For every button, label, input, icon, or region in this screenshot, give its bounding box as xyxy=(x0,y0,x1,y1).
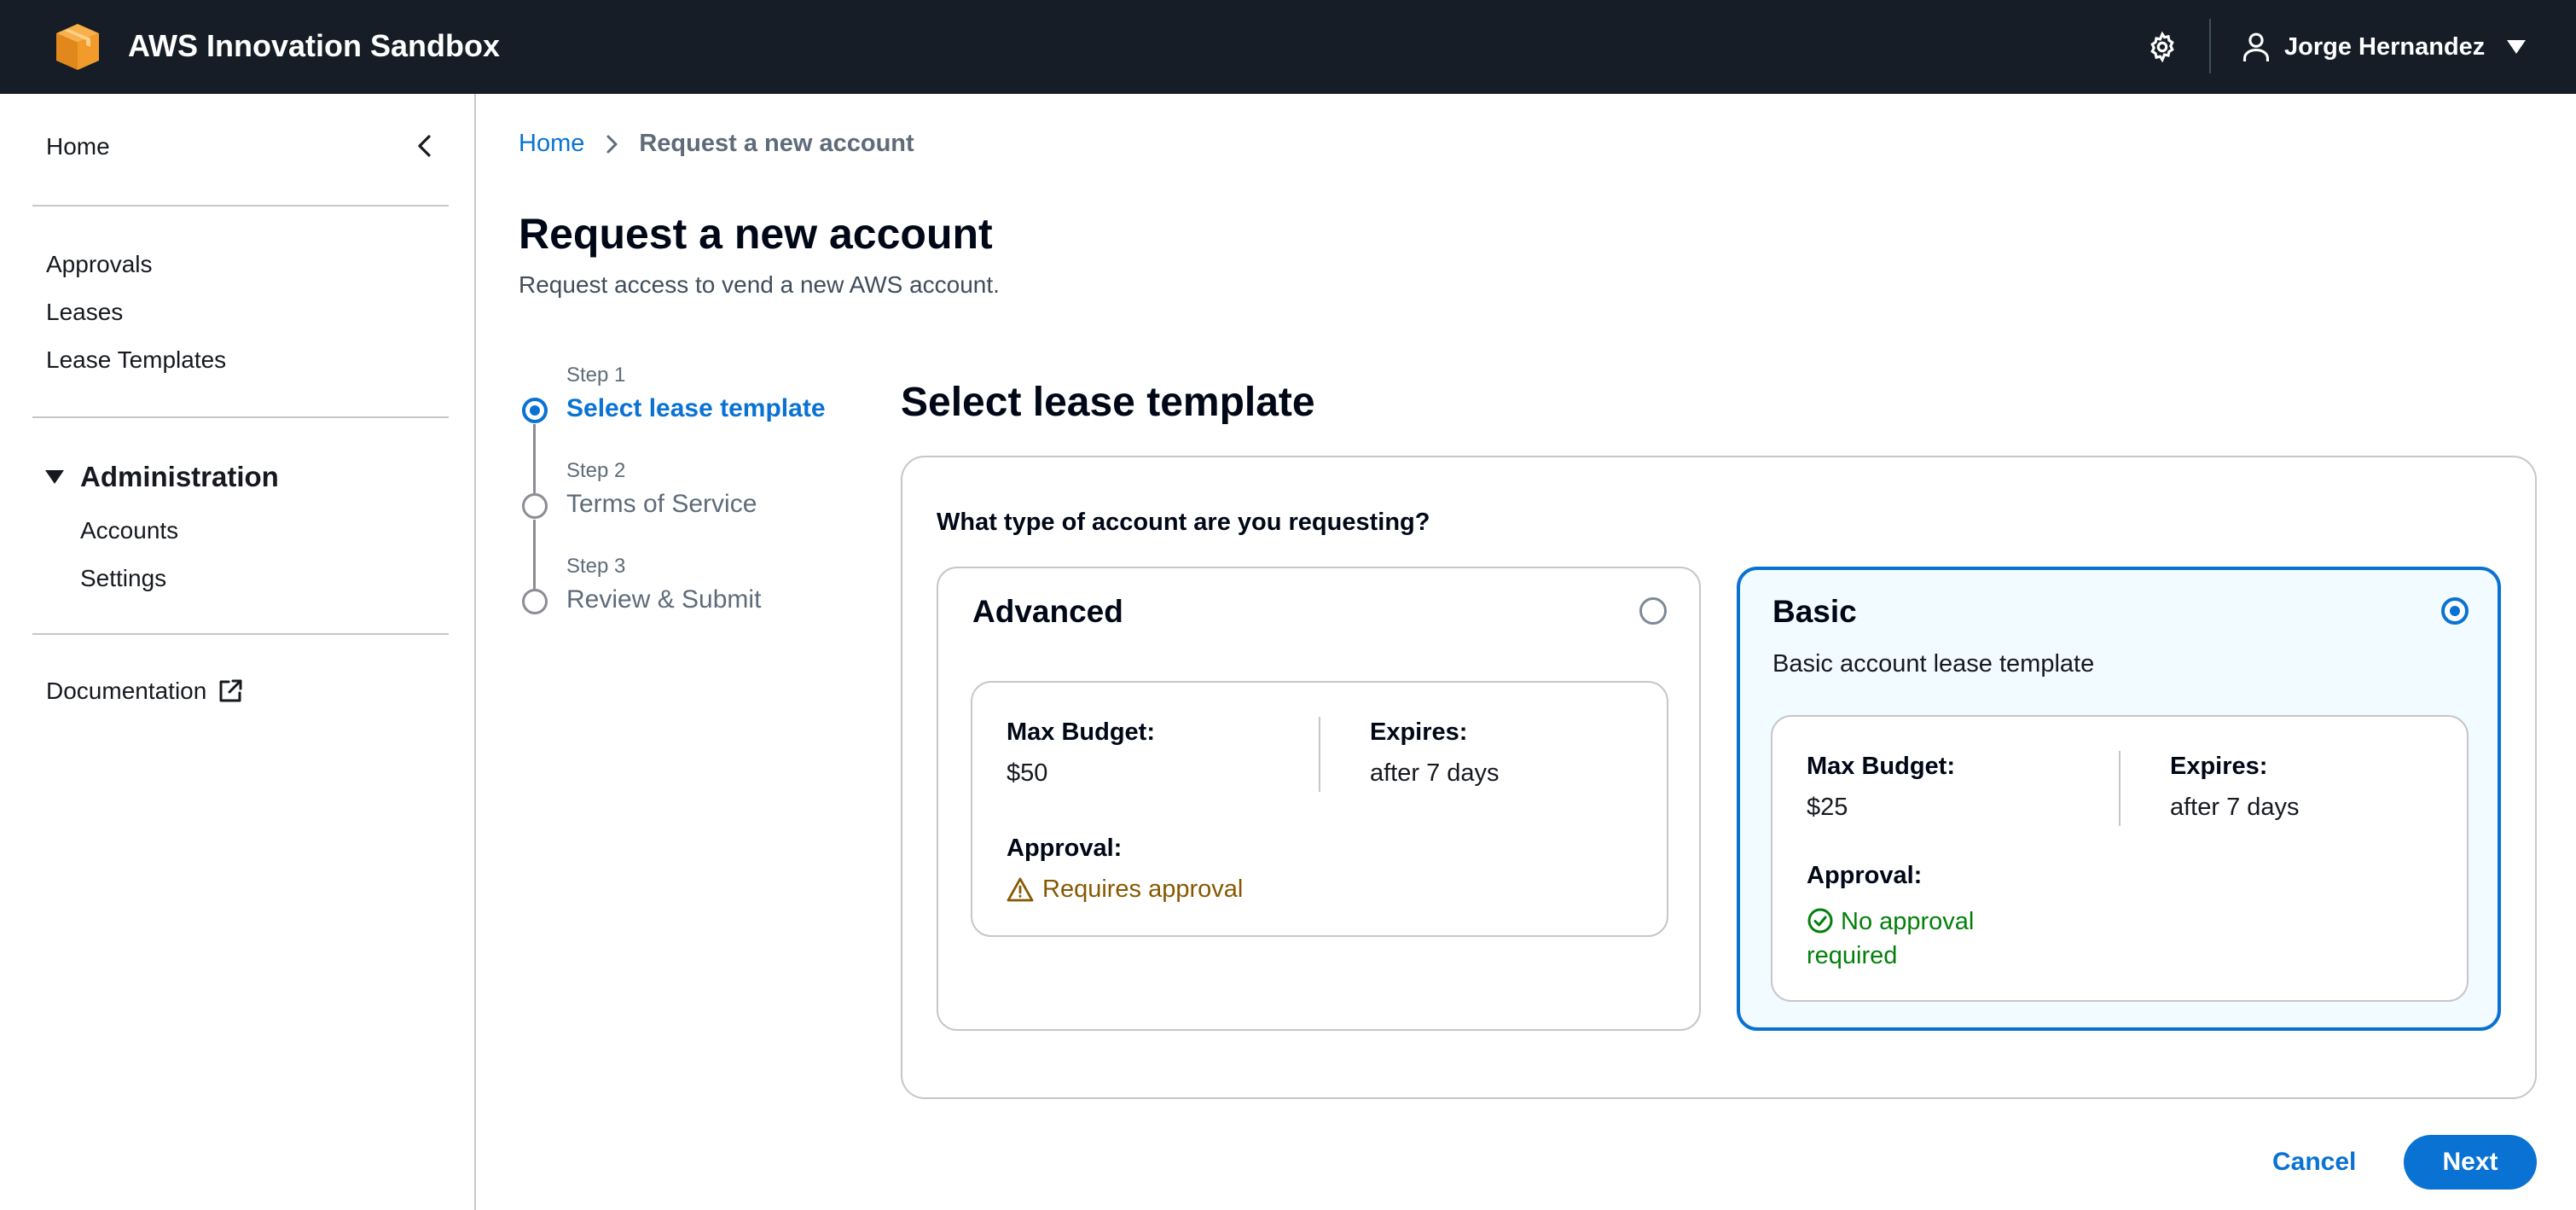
max-budget-value: $25 xyxy=(1807,794,1848,821)
step-1-link[interactable]: Select lease template xyxy=(566,394,826,423)
sidebar-item-documentation[interactable]: Documentation xyxy=(46,678,244,705)
step-2-indicator xyxy=(522,493,548,519)
cancel-button[interactable]: Cancel xyxy=(2252,1138,2376,1186)
tile-title: Advanced xyxy=(972,594,1123,629)
breadcrumb-home-link[interactable]: Home xyxy=(519,130,584,158)
max-budget-value: $50 xyxy=(1007,759,1048,787)
step-3-indicator xyxy=(522,589,548,614)
expires-label: Expires: xyxy=(1370,718,1468,746)
section-title: Select lease template xyxy=(901,380,1315,425)
top-navigation: AWS Innovation Sandbox Jorge Hernandez xyxy=(0,0,2576,94)
user-name: Jorge Hernandez xyxy=(2284,32,2486,61)
step-3-number: Step 3 xyxy=(566,555,626,578)
step-2-number: Step 2 xyxy=(566,459,626,482)
approval-label: Approval: xyxy=(1007,835,1123,862)
breadcrumb-current: Request a new account xyxy=(639,130,914,157)
aws-logo-icon[interactable] xyxy=(51,20,104,73)
gear-icon[interactable] xyxy=(2146,31,2179,63)
sidebar-divider xyxy=(32,205,449,207)
chevron-right-icon xyxy=(606,135,618,153)
details-divider xyxy=(2119,751,2121,826)
caret-down-icon xyxy=(45,470,64,484)
chevron-left-icon[interactable] xyxy=(411,131,440,160)
user-menu[interactable]: Jorge Hernandez xyxy=(2242,26,2527,68)
tile-title: Basic xyxy=(1772,594,1857,629)
warning-icon xyxy=(1007,877,1034,901)
step-connector xyxy=(533,424,536,493)
breadcrumb: Home Request a new account xyxy=(519,130,914,158)
step-connector xyxy=(533,520,536,589)
sidebar-item-label: Documentation xyxy=(46,678,207,704)
approval-value: Requires approval xyxy=(1042,876,1244,903)
template-tile-advanced[interactable]: Advanced Max Budget: $50 Expires: after … xyxy=(937,567,1701,1031)
step-2-link[interactable]: Terms of Service xyxy=(566,490,757,519)
expires-label: Expires: xyxy=(2170,753,2268,780)
sidebar-divider xyxy=(32,416,449,418)
app-title[interactable]: AWS Innovation Sandbox xyxy=(128,27,500,65)
topbar-divider xyxy=(2209,19,2211,73)
expires-value: after 7 days xyxy=(2170,794,2300,821)
form-question: What type of account are you requesting? xyxy=(937,509,1430,536)
sidebar-section-administration[interactable]: Administration xyxy=(44,461,279,493)
step-1-indicator xyxy=(522,398,548,423)
approval-label: Approval: xyxy=(1807,862,1923,889)
page-description: Request access to vend a new AWS account… xyxy=(519,271,1000,298)
user-icon xyxy=(2242,32,2270,61)
step-1-number: Step 1 xyxy=(566,364,626,387)
radio-basic[interactable] xyxy=(2441,597,2469,625)
step-3-link[interactable]: Review & Submit xyxy=(566,585,761,614)
sidebar-item-leases[interactable]: Leases xyxy=(46,297,123,328)
sidebar-item-approvals[interactable]: Approvals xyxy=(46,249,153,280)
approval-status: No approval required xyxy=(1807,905,2028,973)
side-navigation: Home Approvals Leases Lease Templates Ad… xyxy=(0,94,476,1210)
expires-value: after 7 days xyxy=(1370,759,1500,787)
radio-advanced[interactable] xyxy=(1639,597,1667,625)
caret-down-icon xyxy=(2507,40,2527,54)
tile-description: Basic account lease template xyxy=(1772,650,2095,678)
template-tile-basic[interactable]: Basic Basic account lease template Max B… xyxy=(1737,567,2501,1031)
page-title: Request a new account xyxy=(519,210,993,258)
external-link-icon xyxy=(219,679,242,702)
sidebar-item-accounts[interactable]: Accounts xyxy=(80,515,178,546)
template-details: Max Budget: $50 Expires: after 7 days Ap… xyxy=(971,681,1668,937)
sidebar-divider xyxy=(32,633,449,635)
sidebar-item-lease-templates[interactable]: Lease Templates xyxy=(46,345,226,375)
sidebar-item-home[interactable]: Home xyxy=(46,131,110,162)
sidebar-section-label: Administration xyxy=(80,461,279,492)
details-divider xyxy=(1319,717,1320,792)
approval-status: Requires approval xyxy=(1007,876,1243,904)
max-budget-label: Max Budget: xyxy=(1007,718,1155,746)
template-details: Max Budget: $25 Expires: after 7 days Ap… xyxy=(1771,715,2469,1002)
next-button[interactable]: Next xyxy=(2404,1135,2537,1190)
max-budget-label: Max Budget: xyxy=(1807,753,1955,780)
sidebar-item-settings[interactable]: Settings xyxy=(80,563,166,594)
check-circle-icon xyxy=(1807,908,1833,934)
